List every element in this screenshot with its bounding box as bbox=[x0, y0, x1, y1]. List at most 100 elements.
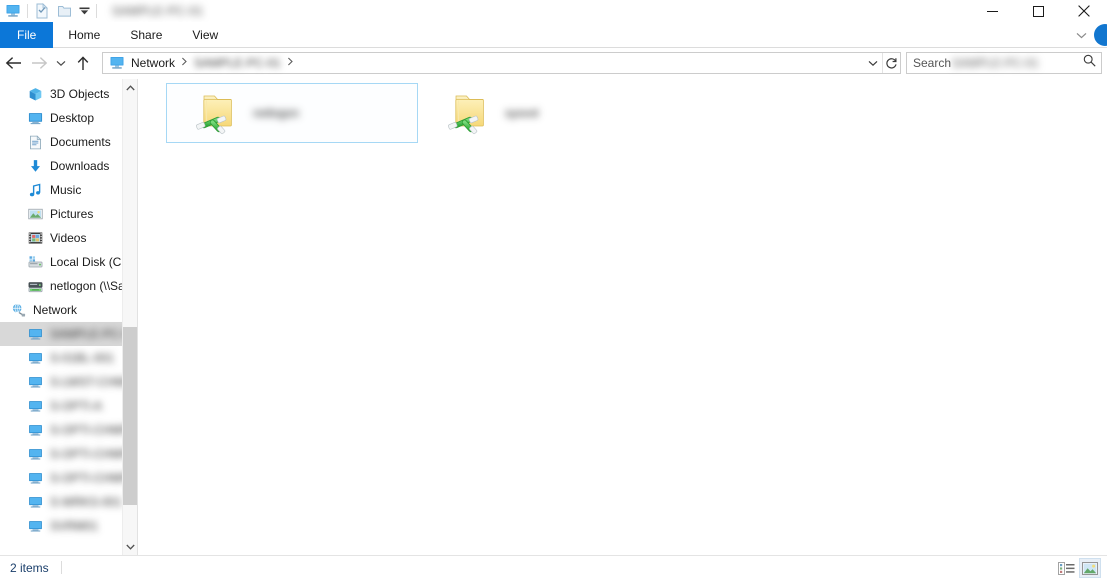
computer-icon bbox=[26, 471, 44, 486]
breadcrumb-separator-icon[interactable] bbox=[179, 57, 190, 69]
details-view-button[interactable] bbox=[1055, 558, 1077, 578]
local-disk-icon bbox=[26, 255, 44, 270]
downloads-icon bbox=[26, 159, 44, 174]
scroll-down-arrow-icon[interactable] bbox=[123, 538, 137, 555]
search-icon[interactable] bbox=[1083, 54, 1096, 72]
status-bar: 2 items bbox=[0, 555, 1107, 579]
search-input[interactable]: Search SAMPLE-PC-01 bbox=[906, 52, 1102, 74]
new-folder-icon[interactable] bbox=[53, 1, 75, 21]
scroll-up-arrow-icon[interactable] bbox=[123, 79, 137, 96]
sidebar-item-pictures[interactable]: Pictures bbox=[0, 202, 137, 226]
status-separator bbox=[60, 561, 62, 574]
breadcrumb-separator-icon-2[interactable] bbox=[285, 57, 296, 69]
sidebar-item-svrm01[interactable]: SVRM01 bbox=[0, 514, 137, 538]
computer-icon bbox=[26, 327, 44, 342]
scrollbar-thumb[interactable] bbox=[123, 327, 137, 505]
sidebar-item-label: S-OPTI-A bbox=[50, 399, 103, 413]
sidebar-item-network[interactable]: Network bbox=[0, 298, 137, 322]
list-item-label: sysvol bbox=[505, 106, 539, 120]
address-dropdown-icon[interactable] bbox=[864, 53, 882, 73]
pictures-icon bbox=[26, 207, 44, 222]
3d-objects-icon bbox=[26, 87, 44, 102]
properties-icon[interactable] bbox=[31, 1, 53, 21]
back-button[interactable] bbox=[0, 48, 26, 78]
view-buttons bbox=[1053, 556, 1101, 579]
sidebar-item-3d-objects[interactable]: 3D Objects bbox=[0, 82, 137, 106]
network-drive-icon bbox=[26, 279, 44, 294]
help-button[interactable] bbox=[1094, 24, 1107, 46]
qat-separator bbox=[27, 4, 28, 18]
sidebar-item-label: Documents bbox=[50, 135, 111, 149]
tab-view[interactable]: View bbox=[177, 22, 233, 48]
sidebar-item-netlogon-sam[interactable]: netlogon (\\Sam bbox=[0, 274, 137, 298]
computer-icon bbox=[26, 399, 44, 414]
content-pane[interactable]: netlogon sysvol bbox=[138, 79, 1107, 555]
item-count-label: 2 items bbox=[10, 560, 49, 575]
music-icon bbox=[26, 183, 44, 198]
minimize-button[interactable] bbox=[969, 0, 1015, 22]
quick-access-toolbar bbox=[0, 0, 100, 22]
tab-file[interactable]: File bbox=[0, 22, 54, 48]
sidebar-item-s-opti-chmp-c[interactable]: S-OPTI-CHMP-C bbox=[0, 466, 137, 490]
ribbon-right-controls bbox=[1068, 22, 1107, 48]
sidebar-item-s-01bl-001[interactable]: S-01BL-001 bbox=[0, 346, 137, 370]
sidebar-item-label: Pictures bbox=[50, 207, 94, 221]
file-list: netlogon sysvol bbox=[166, 83, 1107, 143]
breadcrumb-item-network[interactable]: Network bbox=[127, 53, 179, 73]
shared-folder-icon bbox=[191, 88, 241, 138]
sidebar-item-label: S-01BL-001 bbox=[50, 351, 115, 365]
computer-icon bbox=[26, 351, 44, 366]
computer-icon[interactable] bbox=[2, 1, 24, 21]
sidebar-item-videos[interactable]: Videos bbox=[0, 226, 137, 250]
window-controls bbox=[969, 0, 1107, 22]
sidebar-item-sample-pc-01[interactable]: SAMPLE-PC-01 bbox=[0, 322, 137, 346]
sidebar-item-s-opti-chmp-a[interactable]: S-OPTI-CHMP-A bbox=[0, 418, 137, 442]
tab-share[interactable]: Share bbox=[115, 22, 177, 48]
sidebar-item-label: S-WRKS-001 bbox=[50, 495, 123, 509]
sidebar-item-music[interactable]: Music bbox=[0, 178, 137, 202]
sidebar-item-label: Videos bbox=[50, 231, 87, 245]
sidebar-item-desktop[interactable]: Desktop bbox=[0, 106, 137, 130]
chevron-down-icon[interactable] bbox=[1068, 22, 1094, 48]
breadcrumb: Network SAMPLE-PC-01 bbox=[103, 53, 296, 73]
sidebar-item-s-opti-chmp-b[interactable]: S-OPTI-CHMP-B bbox=[0, 442, 137, 466]
sidebar-item-local-disk-c[interactable]: Local Disk (C:) bbox=[0, 250, 137, 274]
sidebar-item-label: SVRM01 bbox=[50, 519, 99, 533]
sidebar-item-s-opti-a[interactable]: S-OPTI-A bbox=[0, 394, 137, 418]
computer-icon bbox=[26, 375, 44, 390]
large-icons-view-button[interactable] bbox=[1079, 558, 1101, 578]
shared-folder-icon bbox=[443, 88, 493, 138]
sidebar-item-downloads[interactable]: Downloads bbox=[0, 154, 137, 178]
list-item-label: netlogon bbox=[253, 106, 300, 120]
customize-qat-chevron-icon[interactable] bbox=[75, 1, 93, 21]
up-button[interactable] bbox=[70, 48, 96, 78]
forward-button[interactable] bbox=[26, 48, 52, 78]
navigation-pane: 3D Objects Desktop Documents Downloads Music… bbox=[0, 79, 137, 555]
search-label: Search bbox=[913, 56, 952, 70]
title-bar: SAMPLE-PC-01 bbox=[0, 0, 1107, 22]
refresh-icon[interactable] bbox=[882, 53, 900, 73]
sidebar-item-label: Downloads bbox=[50, 159, 110, 173]
desktop-icon bbox=[26, 111, 44, 126]
list-item[interactable]: netlogon bbox=[166, 83, 418, 143]
sidebar-item-label: Local Disk (C:) bbox=[50, 255, 129, 269]
recent-locations-button[interactable] bbox=[52, 48, 70, 78]
list-item[interactable]: sysvol bbox=[418, 83, 670, 143]
breadcrumb-item-computer[interactable]: SAMPLE-PC-01 bbox=[190, 53, 285, 73]
sidebar-item-label: Desktop bbox=[50, 111, 95, 125]
sidebar-item-label: Music bbox=[50, 183, 82, 197]
navigation-pane-scrollbar[interactable] bbox=[122, 79, 137, 555]
close-button[interactable] bbox=[1061, 0, 1107, 22]
sidebar-item-label: Network bbox=[33, 303, 78, 317]
maximize-button[interactable] bbox=[1015, 0, 1061, 22]
window-title: SAMPLE-PC-01 bbox=[112, 4, 204, 18]
sidebar-item-documents[interactable]: Documents bbox=[0, 130, 137, 154]
breadcrumb-network-icon[interactable] bbox=[107, 56, 127, 70]
address-bar[interactable]: Network SAMPLE-PC-01 bbox=[102, 52, 901, 74]
sidebar-item-s-lwst-chmp-a[interactable]: S-LWST-CHMP-A bbox=[0, 370, 137, 394]
computer-icon bbox=[26, 447, 44, 462]
sidebar-item-s-wrks-001[interactable]: S-WRKS-001 bbox=[0, 490, 137, 514]
navigation-bar: Network SAMPLE-PC-01 Search SAMPLE-PC-01 bbox=[0, 48, 1107, 78]
tab-home[interactable]: Home bbox=[53, 22, 115, 48]
computer-icon bbox=[26, 423, 44, 438]
